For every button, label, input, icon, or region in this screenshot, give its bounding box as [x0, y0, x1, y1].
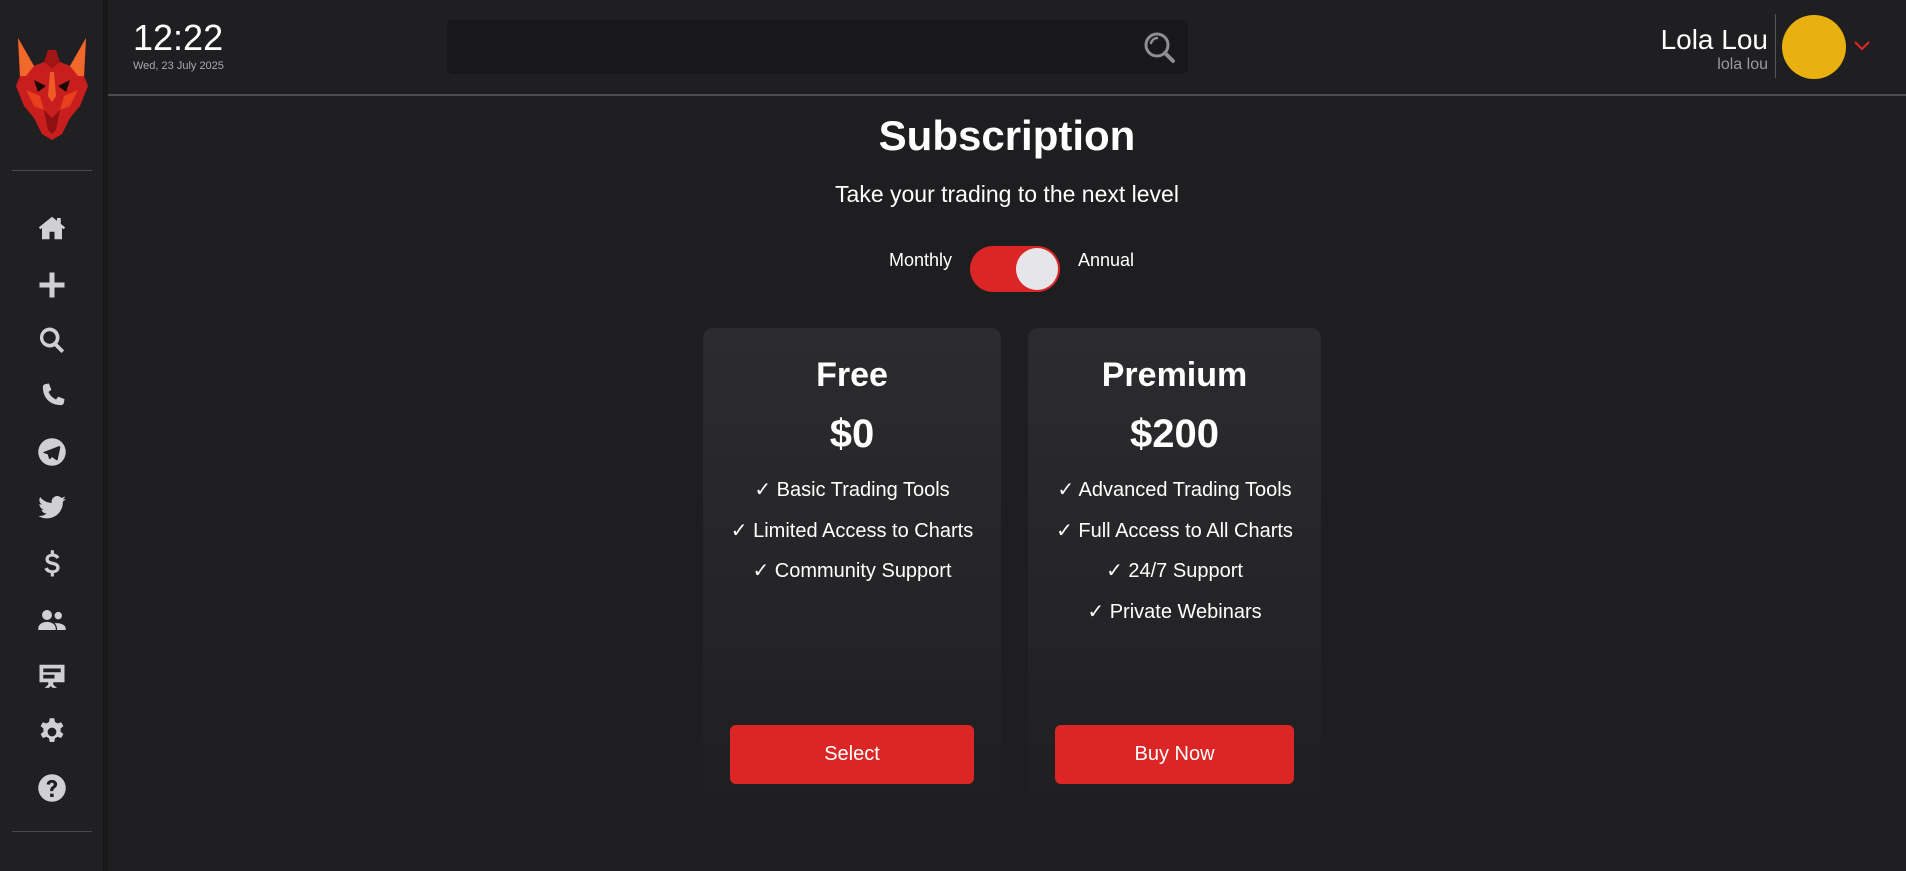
sidebar-item-users[interactable]	[32, 600, 72, 640]
billing-annual-label[interactable]: Annual	[1078, 250, 1134, 271]
top-bar: 12:22 Wed, 23 July 2025 Lola Lou lola lo…	[108, 0, 1906, 96]
feature-item: ✓ Limited Access to Charts	[730, 519, 974, 542]
search-input[interactable]	[447, 20, 1127, 74]
sidebar-item-presentation[interactable]	[32, 656, 72, 696]
user-name: Lola Lou	[1660, 24, 1768, 55]
chevron-down-icon[interactable]	[1852, 36, 1872, 56]
twitter-icon	[38, 496, 66, 519]
buy-now-button[interactable]: Buy Now	[1055, 725, 1294, 784]
wolf-logo[interactable]	[14, 36, 90, 140]
feature-item: ✓ 24/7 Support	[1106, 560, 1243, 582]
feature-item: ✓ Basic Trading Tools	[754, 479, 950, 501]
search-bar	[447, 20, 1188, 74]
billing-toggle[interactable]	[970, 246, 1060, 292]
phone-icon	[42, 383, 65, 406]
date: Wed, 23 July 2025	[133, 60, 224, 72]
user-handle: lola lou	[1717, 56, 1768, 73]
sidebar-item-pricing[interactable]	[32, 544, 72, 584]
avatar[interactable]	[1782, 15, 1846, 79]
sidebar-item-phone[interactable]	[32, 376, 72, 416]
feature-item: ✓ Full Access to All Charts	[1056, 519, 1293, 542]
sidebar-item-settings[interactable]	[32, 712, 72, 752]
feature-item: ✓ Private Webinars	[1087, 600, 1262, 623]
sidebar-item-search[interactable]	[32, 320, 72, 360]
select-button[interactable]: Select	[730, 725, 974, 784]
sidebar-divider	[12, 170, 92, 171]
users-icon	[38, 610, 66, 630]
billing-monthly-label[interactable]: Monthly	[889, 250, 952, 271]
header-divider	[1775, 14, 1776, 78]
plan-price: $0	[829, 412, 875, 456]
home-icon	[38, 216, 66, 240]
presentation-icon	[39, 664, 65, 688]
feature-item: ✓ Advanced Trading Tools	[1057, 479, 1292, 501]
feature-list: ✓ Basic Trading Tools ✓ Limited Access t…	[703, 478, 1001, 600]
help-icon	[38, 774, 66, 802]
plan-name: Free	[816, 356, 888, 394]
sidebar-item-telegram[interactable]	[32, 432, 72, 472]
sidebar-item-add[interactable]	[32, 265, 72, 305]
plan-card-premium: Premium $200 ✓ Advanced Trading Tools ✓ …	[1028, 328, 1321, 803]
search-icon[interactable]	[1142, 30, 1176, 64]
feature-item: ✓ Community Support	[752, 560, 952, 582]
sidebar-item-help[interactable]	[32, 768, 72, 808]
sidebar-divider	[12, 831, 92, 832]
toggle-knob	[1016, 248, 1058, 290]
dollar-icon	[44, 550, 60, 577]
sidebar	[0, 0, 104, 871]
plan-name: Premium	[1101, 356, 1248, 394]
sidebar-item-twitter[interactable]	[32, 488, 72, 528]
plan-price: $200	[1130, 412, 1219, 456]
app-root: 12:22 Wed, 23 July 2025 Lola Lou lola lo…	[0, 0, 1906, 871]
clock: 12:22	[133, 17, 224, 58]
sidebar-item-home[interactable]	[32, 208, 72, 248]
gear-icon	[40, 718, 64, 742]
telegram-icon	[38, 438, 66, 466]
search-icon	[39, 327, 65, 353]
page-title: Subscription	[878, 112, 1136, 159]
plan-card-free: Free $0 ✓ Basic Trading Tools ✓ Limited …	[703, 328, 1001, 803]
page-subtitle: Take your trading to the next level	[835, 181, 1179, 207]
feature-list: ✓ Advanced Trading Tools ✓ Full Access t…	[1028, 478, 1321, 640]
plus-icon	[39, 272, 65, 298]
